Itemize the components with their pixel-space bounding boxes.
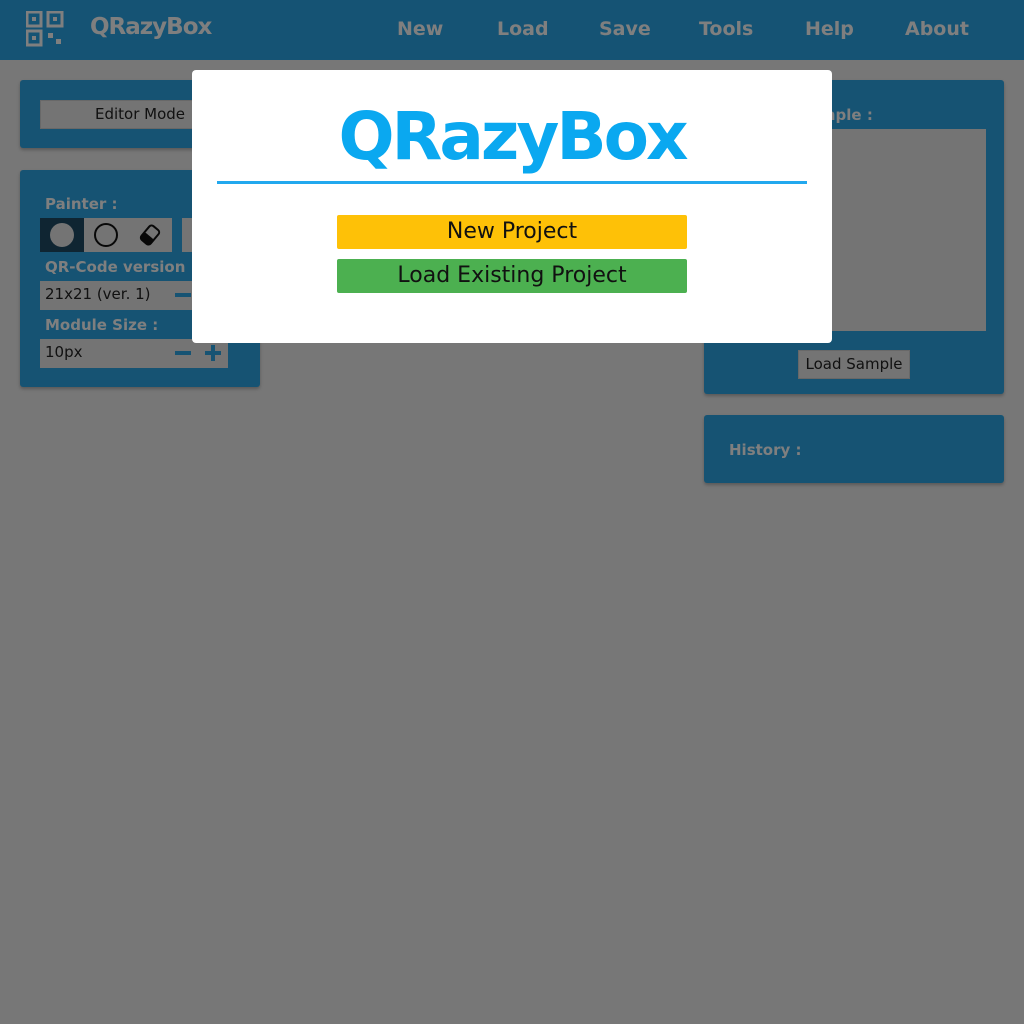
load-project-button[interactable]: Load Existing Project [337, 259, 687, 293]
dialog-divider [217, 181, 807, 184]
new-project-button[interactable]: New Project [337, 215, 687, 249]
start-dialog: QRazyBox New Project Load Existing Proje… [192, 70, 832, 343]
dialog-logo: QRazyBox [338, 98, 688, 175]
